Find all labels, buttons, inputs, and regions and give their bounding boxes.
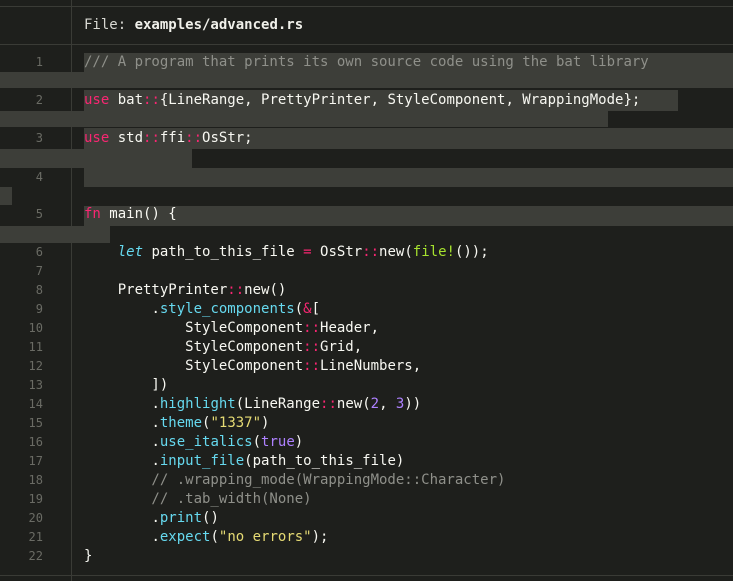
line-number: 2: [35, 93, 43, 107]
code-line: StyleComponent::LineNumbers,: [84, 358, 422, 374]
highlight-band: [0, 187, 12, 205]
line-number: 3: [35, 131, 43, 145]
code-line: fn main() {: [84, 206, 177, 222]
highlight-band: [84, 168, 733, 187]
line-number: 16: [28, 435, 43, 449]
top-rule: [0, 6, 733, 7]
file-header: File: examples/advanced.rs: [84, 15, 303, 35]
highlight-band: [0, 111, 608, 127]
code-line: .use_italics(true): [151, 434, 304, 450]
line-number: 21: [28, 530, 43, 544]
line-number: 15: [28, 416, 43, 430]
code-line: ]): [84, 377, 169, 393]
code-viewer: File: examples/advanced.rs 1 /// A progra…: [0, 0, 733, 581]
line-number: 22: [28, 549, 43, 563]
line-number: 10: [28, 321, 43, 335]
code-line: .input_file(path_to_this_file): [151, 453, 405, 469]
file-name: examples/advanced.rs: [134, 17, 304, 33]
code-line: StyleComponent::Header,: [84, 320, 380, 336]
line-number: 9: [35, 302, 43, 316]
line-number: 13: [28, 378, 43, 392]
code-line: /// A program that prints its own source…: [84, 54, 649, 70]
code-line: .style_components(&[: [151, 301, 321, 317]
code-line: }: [84, 548, 93, 564]
line-number: 8: [35, 283, 43, 297]
code-line: .theme("1337"): [151, 415, 270, 431]
code-line: // .wrapping_mode(WrappingMode::Characte…: [84, 472, 506, 488]
line-number: 7: [35, 264, 43, 278]
line-number: 6: [35, 245, 43, 259]
code-line: use std::ffi::OsStr;: [84, 130, 253, 146]
code-line: .expect("no errors");: [151, 529, 329, 545]
line-number: 20: [28, 511, 43, 525]
line-number: 12: [28, 359, 43, 373]
file-label: File:: [84, 17, 135, 33]
line-number: 17: [28, 454, 43, 468]
line-number: 5: [35, 207, 43, 221]
bottom-rule: [0, 575, 733, 576]
code-line: PrettyPrinter::new(): [84, 282, 287, 298]
line-number: 14: [28, 397, 43, 411]
code-line: .highlight(LineRange::new(2, 3)): [151, 396, 422, 412]
code-line: .print(): [151, 510, 219, 526]
line-number: 18: [28, 473, 43, 487]
highlight-band: [0, 72, 733, 88]
line-number: 11: [28, 340, 43, 354]
highlight-band: [0, 226, 110, 243]
line-number: 4: [35, 170, 43, 184]
code-line: // .tab_width(None): [84, 491, 312, 507]
line-number: 1: [35, 55, 43, 69]
code-line: StyleComponent::Grid,: [84, 339, 363, 355]
line-number: 19: [28, 492, 43, 506]
code-line: use bat::{LineRange, PrettyPrinter, Styl…: [84, 92, 641, 108]
highlight-band: [0, 149, 192, 168]
code-line: let path_to_this_file = OsStr::new(file!…: [117, 244, 489, 260]
highlight-band: [84, 206, 733, 226]
header-rule: [0, 44, 733, 45]
